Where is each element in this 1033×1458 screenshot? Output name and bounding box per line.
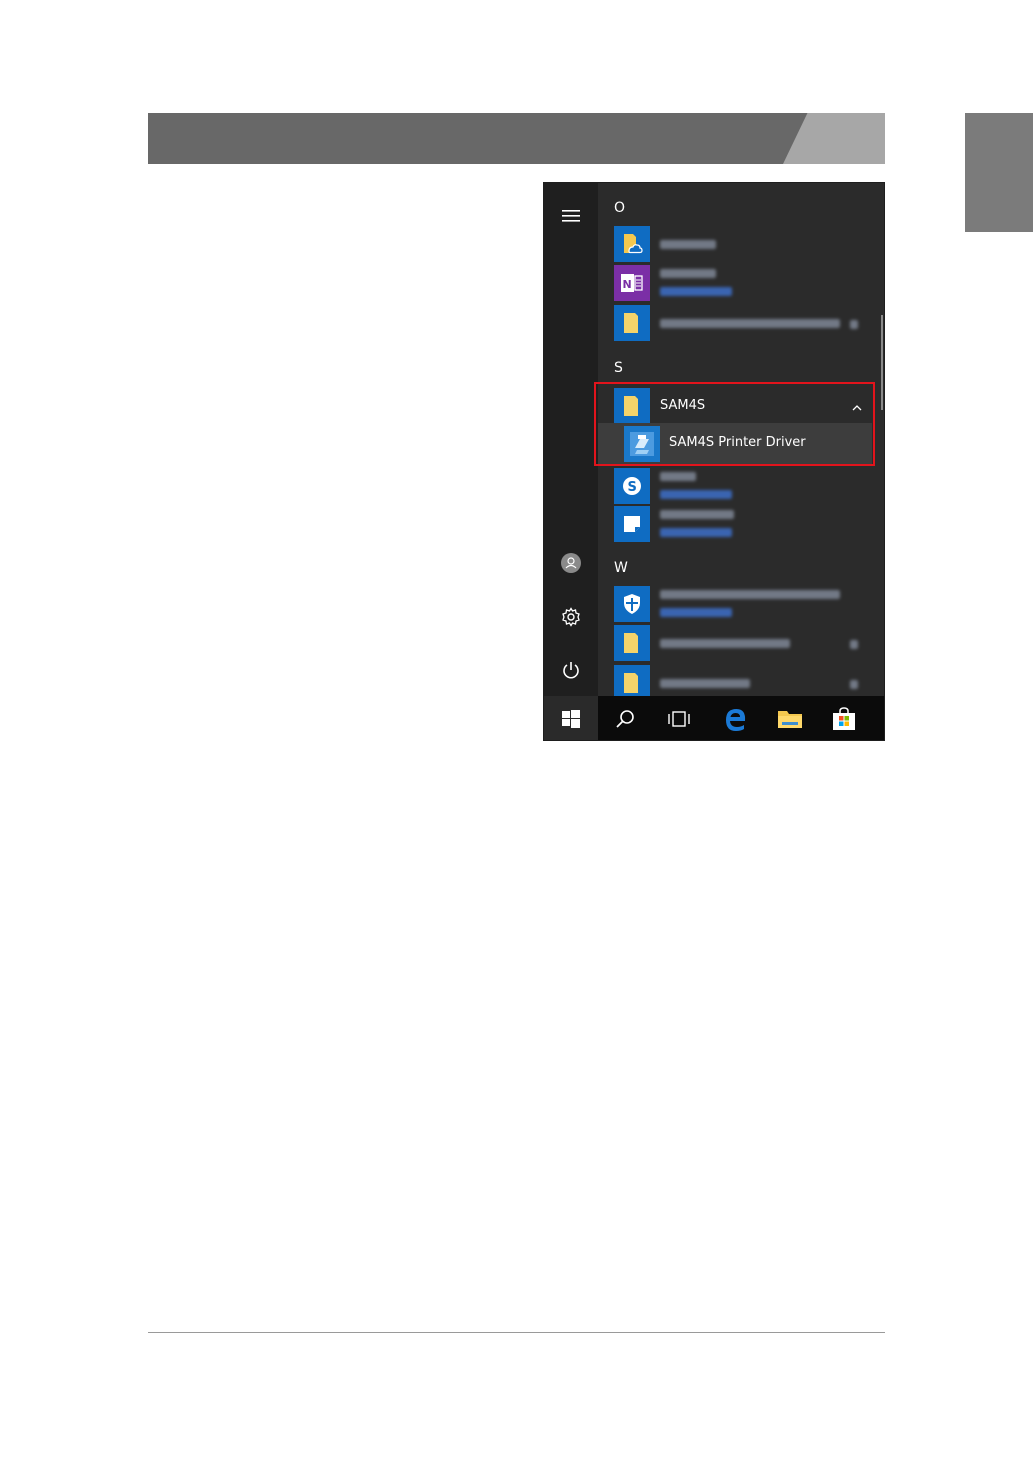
windows-start-icon[interactable] <box>544 696 598 740</box>
folder-icon <box>614 305 650 341</box>
hamburger-icon[interactable] <box>555 200 587 232</box>
skype-icon: S <box>614 468 650 504</box>
blurred-app-tag <box>660 490 732 499</box>
start-menu-rail <box>544 183 598 696</box>
shield-icon <box>614 586 650 622</box>
folder-icon <box>614 625 650 661</box>
edge-icon[interactable] <box>709 696 763 740</box>
blurred-app-name <box>660 240 716 249</box>
app-item-onenote[interactable]: N <box>614 265 732 301</box>
sticky-notes-icon <box>614 506 650 542</box>
group-letter-o: O <box>614 200 626 216</box>
onedrive-folder-icon <box>614 226 650 262</box>
onenote-icon: N <box>614 265 650 301</box>
blurred-app-name <box>660 639 790 648</box>
blurred-expand-arrow <box>850 640 858 649</box>
blurred-app-name <box>660 679 750 688</box>
app-item-folder[interactable] <box>614 625 858 661</box>
blurred-expand-arrow <box>850 320 858 329</box>
section-header-tab <box>783 113 885 164</box>
chapter-side-tab <box>965 113 1033 232</box>
blurred-app-name <box>660 510 734 519</box>
store-icon[interactable] <box>817 696 871 740</box>
section-header-banner <box>148 113 885 164</box>
taskbar <box>544 696 884 740</box>
search-icon[interactable] <box>598 696 652 740</box>
footer-rule <box>148 1332 885 1333</box>
user-icon[interactable] <box>555 547 587 579</box>
blurred-app-tag <box>660 287 732 296</box>
app-item-sticky-notes[interactable] <box>614 506 734 542</box>
app-item-onedrive[interactable] <box>614 226 716 262</box>
highlight-box <box>594 382 875 466</box>
app-item-folder[interactable] <box>614 305 858 341</box>
svg-text:N: N <box>623 278 632 291</box>
task-view-icon[interactable] <box>652 696 706 740</box>
blurred-app-name <box>660 319 840 328</box>
windows-start-menu-screenshot: O N S SAM4S SAM4S Printer Driver S W <box>543 182 885 741</box>
group-letter-w: W <box>614 560 628 576</box>
blurred-app-name <box>660 590 840 599</box>
power-icon[interactable] <box>555 654 587 686</box>
file-explorer-icon[interactable] <box>763 696 817 740</box>
blurred-app-name <box>660 269 716 278</box>
app-item-defender[interactable] <box>614 586 840 622</box>
settings-icon[interactable] <box>555 601 587 633</box>
blurred-app-tag <box>660 608 732 617</box>
blurred-app-tag <box>660 528 732 537</box>
blurred-app-name <box>660 472 696 481</box>
group-letter-s: S <box>614 360 623 376</box>
app-item-skype[interactable]: S <box>614 468 732 504</box>
svg-text:S: S <box>628 480 637 495</box>
blurred-expand-arrow <box>850 680 858 689</box>
start-menu-scrollbar[interactable] <box>881 315 883 410</box>
